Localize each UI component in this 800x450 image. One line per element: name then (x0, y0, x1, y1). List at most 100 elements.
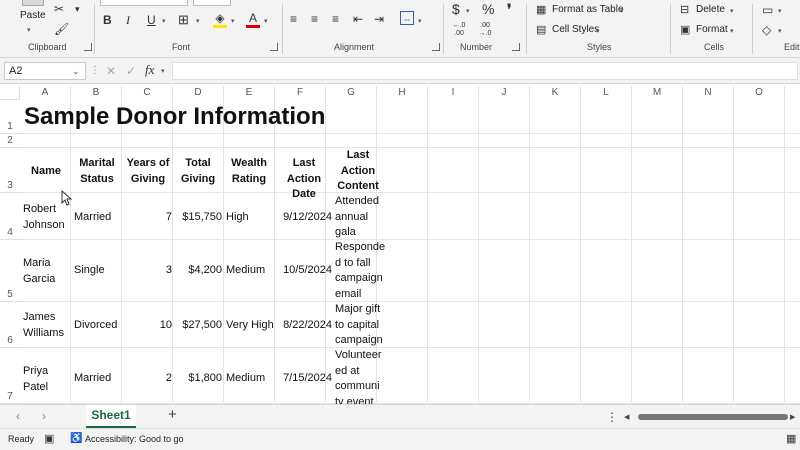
scroll-right-icon[interactable]: ▶ (790, 411, 795, 425)
cell-date[interactable]: 7/15/2024 (276, 371, 332, 387)
chevron-down-icon[interactable]: ▾ (27, 24, 31, 38)
cell-styles-icon[interactable]: ▤ (536, 23, 546, 37)
header-marital-status[interactable]: Marital Status (72, 156, 122, 187)
column-header[interactable]: E (224, 86, 275, 100)
cell-name[interactable]: James Williams (23, 310, 71, 341)
column-header[interactable]: A (20, 86, 71, 100)
cell-styles-button[interactable]: Cell Styles (552, 24, 599, 35)
chevron-down-icon[interactable]: ▾ (730, 25, 734, 39)
chevron-down-icon[interactable]: ▾ (162, 15, 166, 29)
increase-indent-icon[interactable]: ⇥ (374, 12, 384, 26)
font-size-box[interactable] (193, 0, 231, 6)
cell-wealth[interactable]: Very High (226, 318, 276, 334)
chevron-down-icon[interactable]: ▾ (264, 15, 268, 29)
cell-years[interactable]: 2 (124, 371, 172, 387)
fill-color-icon[interactable]: ◈ (213, 11, 227, 28)
cell-wealth[interactable]: High (226, 210, 276, 226)
header-name[interactable]: Name (22, 164, 70, 180)
italic-button[interactable]: I (126, 13, 130, 27)
add-sheet-button[interactable]: + (168, 407, 177, 422)
header-total-giving[interactable]: Total Giving (174, 156, 222, 187)
cell-content[interactable]: Responde d to fall campaign email (335, 240, 385, 302)
comma-style-button[interactable]: ❜ (507, 2, 512, 16)
insert-function-button[interactable]: fx (145, 63, 154, 77)
cell-date[interactable]: 10/5/2024 (276, 263, 332, 279)
cell-content[interactable]: Attended annual gala (335, 194, 385, 241)
more-options-icon[interactable]: ⋮ (90, 64, 100, 78)
cell-years[interactable]: 10 (124, 318, 172, 334)
decrease-indent-icon[interactable]: ⇤ (353, 12, 363, 26)
chevron-down-icon[interactable]: ▾ (466, 5, 470, 19)
align-right-icon[interactable]: ≡ (332, 12, 339, 26)
paste-button[interactable]: Paste (20, 10, 46, 21)
chevron-down-icon[interactable]: ▾ (620, 5, 624, 19)
font-name-box[interactable] (100, 0, 188, 6)
percent-button[interactable]: % (482, 2, 494, 16)
dialog-launcher-icon[interactable] (512, 43, 520, 51)
cell-years[interactable]: 7 (124, 210, 172, 226)
cell-wealth[interactable]: Medium (226, 263, 276, 279)
sheet-tab-sheet1[interactable]: Sheet1 (86, 405, 136, 428)
more-options-icon[interactable]: ⋮ (606, 410, 618, 424)
normal-view-icon[interactable]: ▦ (786, 432, 796, 446)
column-header[interactable]: H (377, 86, 428, 100)
cell-date[interactable]: 8/22/2024 (276, 318, 332, 334)
chevron-down-icon[interactable]: ▾ (596, 25, 600, 39)
chevron-down-icon[interactable]: ⌄ (72, 64, 80, 78)
delete-icon[interactable]: ⊟ (680, 3, 689, 17)
cell-name[interactable]: Priya Patel (23, 364, 71, 395)
column-header[interactable]: F (275, 86, 326, 100)
accessibility-status[interactable]: Accessibility: Good to go (85, 434, 184, 444)
row-header[interactable]: 5 (0, 240, 20, 302)
cancel-icon[interactable]: ✕ (106, 64, 116, 78)
select-all-corner[interactable] (0, 86, 20, 100)
column-header[interactable]: M (632, 86, 683, 100)
header-last-action-content[interactable]: Last Action Content (334, 148, 382, 195)
cell-content[interactable]: Volunteer ed at communi ty event (335, 348, 385, 404)
column-header[interactable]: G (326, 86, 377, 100)
borders-icon[interactable]: ⊞ (178, 13, 189, 27)
cell-marital[interactable]: Married (74, 371, 124, 387)
chevron-down-icon[interactable]: ▾ (196, 15, 200, 29)
scroll-left-icon[interactable]: ◀ (624, 411, 629, 425)
increase-decimal-button[interactable]: ←.0 .00 (450, 22, 468, 38)
column-header[interactable]: N (683, 86, 734, 100)
cut-icon[interactable]: ✂ (54, 2, 64, 16)
cell-total[interactable]: $27,500 (174, 318, 222, 334)
cell-total[interactable]: $1,800 (174, 371, 222, 387)
format-as-table-icon[interactable]: ▦ (536, 3, 546, 17)
bold-button[interactable]: B (103, 13, 112, 27)
cell-content[interactable]: Major gift to capital campaign (335, 302, 385, 349)
chevron-down-icon[interactable]: ▾ (778, 5, 782, 19)
autosum-icon[interactable]: ▭ (762, 3, 773, 17)
chevron-down-icon[interactable]: ▾ (730, 5, 734, 19)
cell-years[interactable]: 3 (124, 263, 172, 279)
column-header[interactable]: O (734, 86, 785, 100)
cell-total[interactable]: $15,750 (174, 210, 222, 226)
align-left-icon[interactable]: ≡ (290, 12, 297, 26)
header-wealth-rating[interactable]: Wealth Rating (224, 156, 274, 187)
paste-icon[interactable] (22, 0, 44, 6)
row-header[interactable]: 2 (0, 134, 20, 148)
font-color-icon[interactable]: A (246, 11, 260, 28)
format-cells-icon[interactable]: ▣ (680, 23, 690, 37)
currency-button[interactable]: $ (452, 2, 460, 16)
align-center-icon[interactable]: ≡ (311, 12, 318, 26)
scroll-tabs-right-icon[interactable]: › (42, 409, 46, 423)
accessibility-icon[interactable]: ♿ (70, 432, 82, 446)
row-header[interactable]: 6 (0, 302, 20, 348)
cell-date[interactable]: 9/12/2024 (276, 210, 332, 226)
cell-wealth[interactable]: Medium (226, 371, 276, 387)
column-header[interactable]: I (428, 86, 479, 100)
cell-mode-icon[interactable]: ▣ (44, 432, 54, 446)
decrease-decimal-button[interactable]: .00 →.0 (476, 22, 494, 38)
clear-icon[interactable]: ◇ (762, 23, 771, 37)
column-header[interactable]: K (530, 86, 581, 100)
column-header[interactable]: D (173, 86, 224, 100)
horizontal-scrollbar[interactable] (638, 414, 788, 420)
cell-name[interactable]: Maria Garcia (23, 256, 71, 287)
sheet-title[interactable]: Sample Donor Information (24, 101, 424, 133)
chevron-down-icon[interactable]: ▾ (161, 65, 165, 79)
cell-marital[interactable]: Single (74, 263, 124, 279)
cell-marital[interactable]: Divorced (74, 318, 124, 334)
